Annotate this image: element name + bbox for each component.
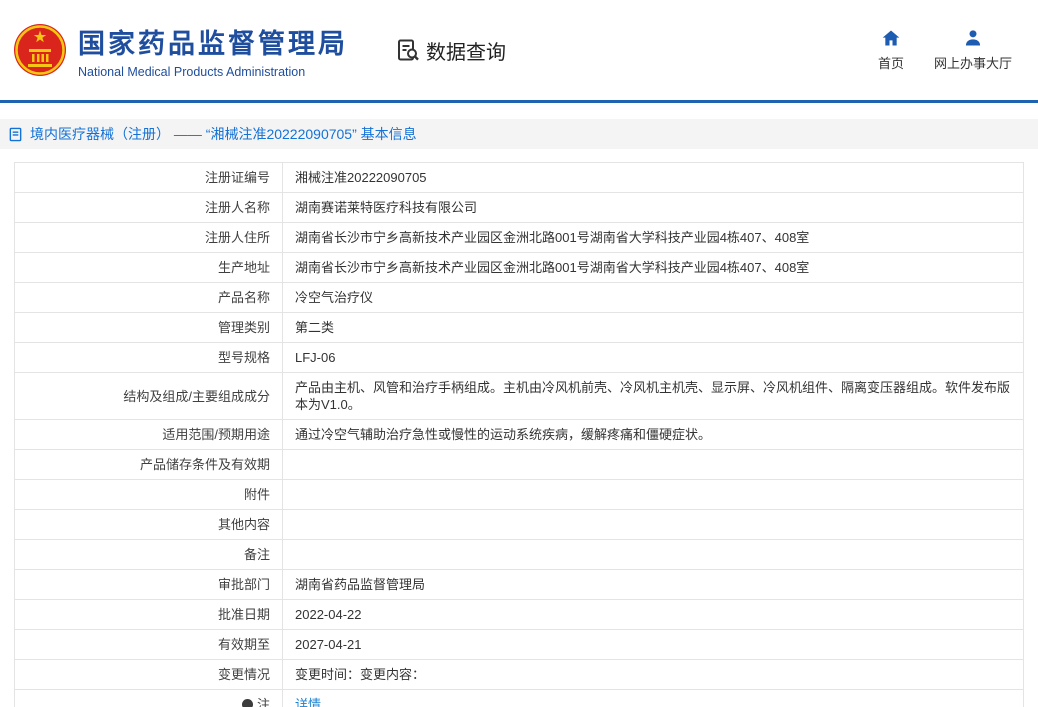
table-row: 附件 <box>15 480 1024 510</box>
row-value: 湘械注准20222090705 <box>283 163 1024 193</box>
org-name-cn: 国家药品监督管理局 <box>78 22 348 61</box>
table-row: 审批部门 湖南省药品监督管理局 <box>15 570 1024 600</box>
row-label: 注册人名称 <box>15 193 283 223</box>
home-icon <box>881 28 901 48</box>
table-row: 型号规格 LFJ-06 <box>15 343 1024 373</box>
row-value <box>283 480 1024 510</box>
page-title: 境内医疗器械（注册） —— “湘械注准20222090705” 基本信息 <box>30 124 417 144</box>
row-label: 附件 <box>15 480 283 510</box>
header-nav: 首页 网上办事大厅 <box>878 28 1012 72</box>
table-row: 注册人名称 湖南赛诺莱特医疗科技有限公司 <box>15 193 1024 223</box>
table-wrap: 注册证编号 湘械注准20222090705 注册人名称 湖南赛诺莱特医疗科技有限… <box>14 162 1024 707</box>
nav-service-hall-label: 网上办事大厅 <box>934 53 1012 72</box>
row-value: 冷空气治疗仪 <box>283 283 1024 313</box>
row-label: 管理类别 <box>15 313 283 343</box>
row-label: 型号规格 <box>15 343 283 373</box>
row-value <box>283 540 1024 570</box>
nav-home-label: 首页 <box>878 53 904 72</box>
row-value: 第二类 <box>283 313 1024 343</box>
table-row: 有效期至 2027-04-21 <box>15 630 1024 660</box>
table-row: 产品名称 冷空气治疗仪 <box>15 283 1024 313</box>
row-value: 湖南省长沙市宁乡高新技术产业园区金洲北路001号湖南省大学科技产业园4栋407、… <box>283 223 1024 253</box>
row-value: 产品由主机、风管和治疗手柄组成。主机由冷风机前壳、冷风机主机壳、显示屏、冷风机组… <box>283 373 1024 420</box>
note-icon <box>242 699 253 707</box>
row-label: 生产地址 <box>15 253 283 283</box>
row-label: 结构及组成/主要组成成分 <box>15 373 283 420</box>
row-value: 通过冷空气辅助治疗急性或慢性的运动系统疾病，缓解疼痛和僵硬症状。 <box>283 420 1024 450</box>
row-value <box>283 450 1024 480</box>
org-names: 国家药品监督管理局 National Medical Products Admi… <box>78 22 348 79</box>
table-row: 注册人住所 湖南省长沙市宁乡高新技术产业园区金洲北路001号湖南省大学科技产业园… <box>15 223 1024 253</box>
nav-service-hall[interactable]: 网上办事大厅 <box>934 28 1012 72</box>
table-row: 产品储存条件及有效期 <box>15 450 1024 480</box>
page-title-bar: 境内医疗器械（注册） —— “湘械注准20222090705” 基本信息 <box>0 119 1038 149</box>
row-label: 注 <box>15 690 283 707</box>
info-table-body: 注册证编号 湘械注准20222090705 注册人名称 湖南赛诺莱特医疗科技有限… <box>15 163 1024 707</box>
data-query-section: 数据查询 <box>396 36 506 65</box>
table-row: 批准日期 2022-04-22 <box>15 600 1024 630</box>
row-label: 注册人住所 <box>15 223 283 253</box>
row-label: 备注 <box>15 540 283 570</box>
person-icon <box>963 28 983 48</box>
table-row: 变更情况 变更时间：变更内容： <box>15 660 1024 690</box>
table-row: 结构及组成/主要组成成分 产品由主机、风管和治疗手柄组成。主机由冷风机前壳、冷风… <box>15 373 1024 420</box>
row-value: LFJ-06 <box>283 343 1024 373</box>
row-value: 2022-04-22 <box>283 600 1024 630</box>
nav-home[interactable]: 首页 <box>878 28 904 72</box>
row-label: 审批部门 <box>15 570 283 600</box>
row-label: 适用范围/预期用途 <box>15 420 283 450</box>
data-query-label: 数据查询 <box>426 36 506 65</box>
info-table: 注册证编号 湘械注准20222090705 注册人名称 湖南赛诺莱特医疗科技有限… <box>14 162 1024 707</box>
detail-link[interactable]: 详情 <box>295 697 321 707</box>
row-label: 其他内容 <box>15 510 283 540</box>
row-value: 湖南省药品监督管理局 <box>283 570 1024 600</box>
row-value: 湖南省长沙市宁乡高新技术产业园区金洲北路001号湖南省大学科技产业园4栋407、… <box>283 253 1024 283</box>
row-label: 注册证编号 <box>15 163 283 193</box>
row-value <box>283 510 1024 540</box>
row-value: 2027-04-21 <box>283 630 1024 660</box>
header-divider <box>0 100 1038 103</box>
table-row: 注册证编号 湘械注准20222090705 <box>15 163 1024 193</box>
document-icon <box>8 127 23 142</box>
header: 国家药品监督管理局 National Medical Products Admi… <box>0 0 1038 100</box>
org-name-en: National Medical Products Administration <box>78 65 348 79</box>
table-row: 备注 <box>15 540 1024 570</box>
row-label: 变更情况 <box>15 660 283 690</box>
row-label: 产品名称 <box>15 283 283 313</box>
table-row: 注 详情 <box>15 690 1024 707</box>
row-label: 有效期至 <box>15 630 283 660</box>
table-row: 生产地址 湖南省长沙市宁乡高新技术产业园区金洲北路001号湖南省大学科技产业园4… <box>15 253 1024 283</box>
data-query-icon <box>396 38 420 62</box>
table-row: 其他内容 <box>15 510 1024 540</box>
national-emblem-logo <box>12 22 68 78</box>
row-value: 变更时间：变更内容： <box>283 660 1024 690</box>
row-value: 详情 <box>283 690 1024 707</box>
row-label: 批准日期 <box>15 600 283 630</box>
table-row: 管理类别 第二类 <box>15 313 1024 343</box>
brand: 国家药品监督管理局 National Medical Products Admi… <box>12 22 348 79</box>
table-row: 适用范围/预期用途 通过冷空气辅助治疗急性或慢性的运动系统疾病，缓解疼痛和僵硬症… <box>15 420 1024 450</box>
row-label: 产品储存条件及有效期 <box>15 450 283 480</box>
row-value: 湖南赛诺莱特医疗科技有限公司 <box>283 193 1024 223</box>
